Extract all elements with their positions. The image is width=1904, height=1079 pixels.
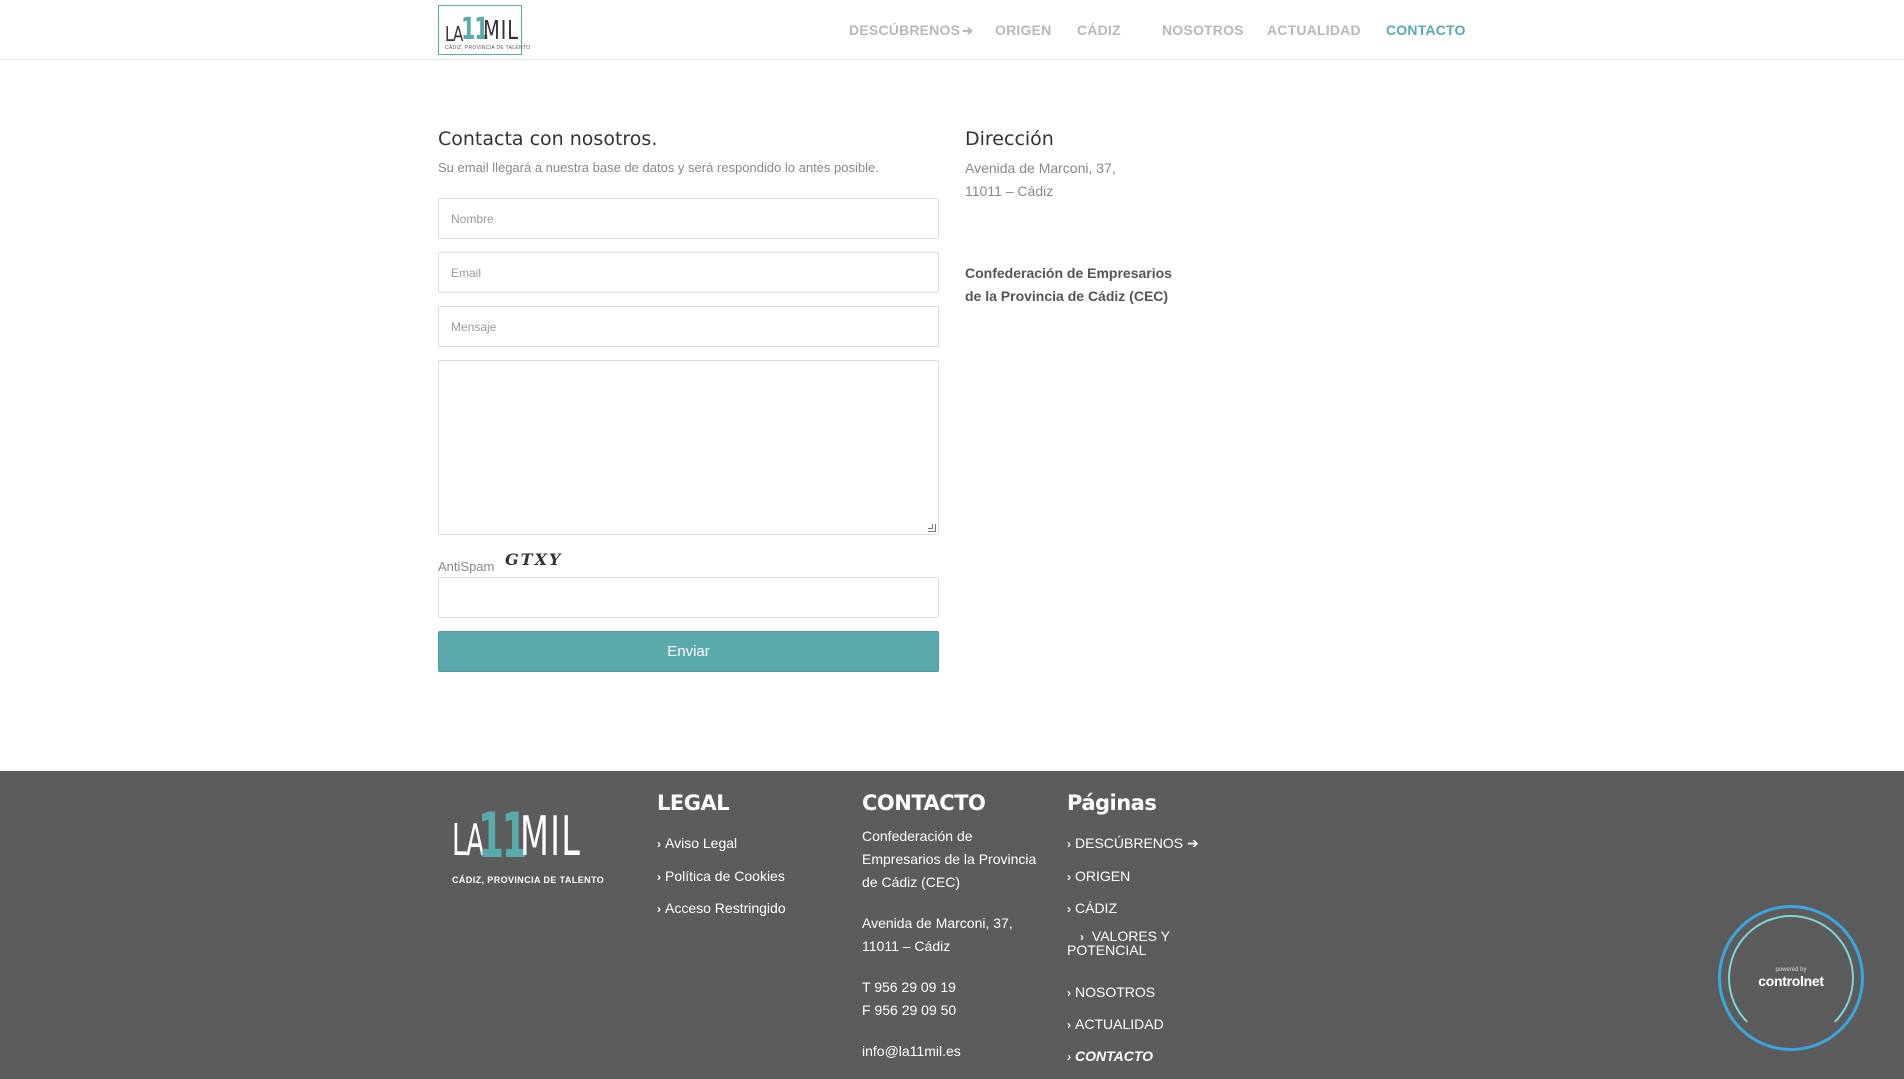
email-input[interactable] — [439, 253, 938, 292]
site-footer: LA 11 MIL CÁDIZ, PROVINCIA DE TALENTO LE… — [0, 771, 1904, 1079]
footer-link-label: Política de Cookies — [665, 868, 785, 884]
footer-page-label: CÁDIZ — [1075, 900, 1117, 916]
footer-page-nosotros[interactable]: › NOSOTROS — [1067, 984, 1155, 1000]
footer-org-line-3: de Cádiz (CEC) — [862, 874, 961, 890]
org-name-line-1: Confederación de Empresarios — [965, 265, 1172, 281]
nav-item-contacto[interactable]: CONTACTO — [1386, 22, 1466, 38]
arrow-right-icon: ➔ — [1183, 835, 1199, 851]
contact-form-title: Contacta con nosotros. — [438, 128, 658, 150]
chevron-right-icon: › — [657, 870, 661, 884]
footer-logo-tagline: CÁDIZ, PROVINCIA DE TALENTO — [452, 875, 605, 885]
name-input[interactable] — [439, 199, 938, 238]
logo-tagline: CÁDIZ, PROVINCIA DE TALENTO — [445, 45, 531, 51]
footer-page-label: CONTACTO — [1075, 1048, 1154, 1064]
footer-contacto-heading: CONTACTO — [862, 791, 986, 815]
arrow-right-icon: ➔ — [962, 23, 974, 38]
footer-legal-heading: LEGAL — [657, 791, 730, 815]
footer-org-line-2: Empresarios de la Provincia — [862, 851, 1037, 867]
address-title: Dirección — [965, 128, 1054, 150]
chevron-right-icon: › — [1067, 902, 1071, 916]
resize-grip-icon[interactable] — [928, 524, 936, 532]
nav-item-actualidad[interactable]: ACTUALIDAD — [1267, 22, 1361, 38]
nav-item-origen[interactable]: ORIGEN — [995, 22, 1051, 38]
subject-input[interactable] — [439, 307, 938, 346]
footer-page-origen[interactable]: › ORIGEN — [1067, 868, 1130, 884]
nav-item-cadiz[interactable]: CÁDIZ — [1077, 22, 1121, 38]
email-field[interactable] — [438, 252, 939, 293]
chevron-right-icon: › — [1067, 986, 1071, 1000]
subject-field[interactable] — [438, 306, 939, 347]
controlnet-badge[interactable]: powered by controlnet — [1718, 905, 1864, 1051]
footer-org-line-1: Confederación de — [862, 828, 973, 844]
footer-fax: F 956 29 09 50 — [862, 1002, 957, 1018]
nav-item-label: DESCÚBRENOS — [849, 22, 961, 38]
footer-link-aviso-legal[interactable]: › Aviso Legal — [657, 835, 737, 851]
contact-form-intro: Su email llegará a nuestra base de datos… — [438, 160, 879, 175]
footer-link-acceso[interactable]: › Acceso Restringido — [657, 900, 786, 916]
footer-page-valores-line-2[interactable]: POTENCIAL — [1067, 942, 1146, 958]
footer-logo-mil: MIL — [520, 805, 582, 868]
footer-paginas-heading: Páginas — [1067, 791, 1157, 815]
footer-phone: T 956 29 09 19 — [862, 979, 956, 995]
antispam-input[interactable] — [439, 578, 938, 617]
chevron-right-icon: › — [1067, 837, 1071, 851]
footer-page-label: ACTUALIDAD — [1075, 1016, 1164, 1032]
footer-page-contacto[interactable]: › CONTACTO — [1067, 1048, 1153, 1064]
nav-item-nosotros[interactable]: NOSOTROS — [1162, 22, 1244, 38]
address-line-1: Avenida de Marconi, 37, — [965, 160, 1116, 176]
footer-logo[interactable]: LA 11 MIL CÁDIZ, PROVINCIA DE TALENTO — [450, 791, 604, 885]
footer-page-label: NOSOTROS — [1075, 984, 1156, 1000]
chevron-right-icon: › — [657, 837, 661, 851]
antispam-field[interactable] — [438, 577, 939, 618]
antispam-label: AntiSpam — [438, 559, 495, 574]
footer-page-label: ORIGEN — [1075, 868, 1131, 884]
footer-page-descubrenos[interactable]: › DESCÚBRENOS ➔ — [1067, 835, 1199, 852]
org-name-line-2: de la Provincia de Cádiz (CEC) — [965, 288, 1169, 304]
badge-brand: controlnet — [1758, 973, 1824, 989]
footer-page-label: DESCÚBRENOS — [1075, 835, 1184, 851]
captcha-image: GTXY — [505, 550, 563, 569]
footer-link-label: Aviso Legal — [665, 835, 738, 851]
message-field[interactable] — [438, 360, 939, 535]
footer-logo-eleven: 11 — [478, 799, 527, 872]
footer-email-link[interactable]: info@la11mil.es — [862, 1043, 961, 1059]
name-field[interactable] — [438, 198, 939, 239]
message-textarea[interactable] — [439, 361, 938, 534]
footer-link-label: Acceso Restringido — [665, 900, 786, 916]
footer-link-cookies[interactable]: › Política de Cookies — [657, 868, 785, 884]
footer-page-cadiz[interactable]: › CÁDIZ — [1067, 900, 1117, 916]
badge-ring: powered by controlnet — [1728, 915, 1854, 1041]
submit-button[interactable]: Enviar — [438, 631, 939, 672]
main-nav: DESCÚBRENOS ➔ ORIGEN CÁDIZ NOSOTROS ACTUA… — [0, 22, 1904, 42]
footer-address-line-1: Avenida de Marconi, 37, — [862, 915, 1013, 931]
site-header: LA 11 MIL CÁDIZ, PROVINCIA DE TALENTO DE… — [0, 0, 1904, 60]
nav-item-descubrenos[interactable]: DESCÚBRENOS ➔ — [849, 22, 973, 39]
chevron-right-icon: › — [1067, 870, 1071, 884]
footer-page-actualidad[interactable]: › ACTUALIDAD — [1067, 1016, 1164, 1032]
chevron-right-icon: › — [1067, 1018, 1071, 1032]
chevron-right-icon: › — [1067, 1050, 1071, 1064]
chevron-right-icon: › — [657, 902, 661, 916]
address-line-2: 11011 – Cádiz — [965, 183, 1054, 199]
footer-address-line-2: 11011 – Cádiz — [862, 938, 951, 954]
